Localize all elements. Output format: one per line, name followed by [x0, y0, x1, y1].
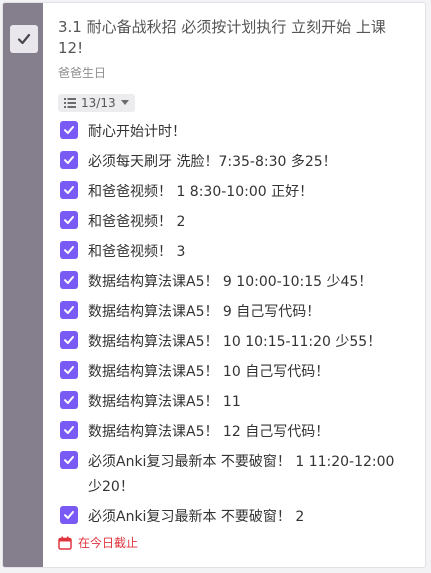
checklist-progress-button[interactable]: 13/13 — [58, 94, 135, 112]
checklist-item[interactable]: 必须每天刷牙 洗脸！7:35-8:30 多25！ — [58, 147, 413, 177]
checkmark-icon — [64, 126, 74, 134]
checkmark-icon — [64, 336, 74, 344]
checklist-item-label: 数据结构算法课A5！ 9 10:00-10:15 少45！ — [88, 273, 373, 290]
checklist-item[interactable]: 和爸爸视频！ 3 — [58, 237, 413, 267]
checklist-item[interactable]: 数据结构算法课A5！ 10 10:15-11:20 少55！ — [58, 327, 413, 357]
checklist-item-label: 必须Anki复习最新本 不要破窗！ 1 11:20-12:00 少20！ — [88, 453, 395, 495]
checklist-item-label: 和爸爸视频！ 3 — [88, 243, 186, 260]
checkmark-icon — [17, 33, 31, 45]
checklist-item-checkbox[interactable] — [60, 421, 78, 439]
checklist-item-label: 必须每天刷牙 洗脸！7:35-8:30 多25！ — [88, 153, 337, 170]
checklist-item-label: 和爸爸视频！ 1 8:30-10:00 正好！ — [88, 183, 314, 200]
checklist-item-checkbox[interactable] — [60, 391, 78, 409]
checklist-item-checkbox[interactable] — [60, 151, 78, 169]
checkmark-icon — [64, 511, 74, 519]
checkmark-icon — [64, 246, 74, 254]
checklist: 耐心开始计时！ 必须每天刷牙 洗脸！7:35-8:30 多25！ 和爸爸视频！ 1 … — [58, 117, 413, 532]
checklist-item-label: 数据结构算法课A5！ 12 自己写代码！ — [88, 423, 330, 440]
task-title[interactable]: 3.1 耐心备战秋招 必须按计划执行 立刻开始 上课12! — [58, 17, 388, 59]
checklist-item-checkbox[interactable] — [60, 181, 78, 199]
checklist-item-label: 耐心开始计时！ — [88, 123, 186, 140]
checklist-item-label: 必须Anki复习最新本 不要破窗！ 2 — [88, 508, 305, 525]
checkmark-icon — [64, 396, 74, 404]
task-complete-checkbox[interactable] — [10, 25, 38, 53]
due-date: 在今日截止 — [58, 534, 413, 551]
checklist-item-label: 数据结构算法课A5！ 11 — [88, 393, 241, 410]
checklist-icon — [64, 98, 76, 108]
checklist-item[interactable]: 数据结构算法课A5！ 11 — [58, 387, 413, 417]
task-card[interactable]: 3.1 耐心备战秋招 必须按计划执行 立刻开始 上课12! 爸爸生日 13/13… — [2, 2, 426, 568]
checkmark-icon — [64, 216, 74, 224]
checklist-item-label: 数据结构算法课A5！ 10 10:15-11:20 少55！ — [88, 333, 382, 350]
due-date-label: 在今日截止 — [78, 536, 139, 550]
checklist-item-checkbox[interactable] — [60, 361, 78, 379]
checklist-item-checkbox[interactable] — [60, 211, 78, 229]
checklist-item-label: 数据结构算法课A5！ 10 自己写代码！ — [88, 363, 330, 380]
checkmark-icon — [64, 156, 74, 164]
calendar-icon — [58, 536, 72, 550]
task-subtitle: 爸爸生日 — [58, 66, 107, 80]
checklist-item[interactable]: 和爸爸视频！ 2 — [58, 207, 413, 237]
checklist-item-checkbox[interactable] — [60, 301, 78, 319]
checklist-item-checkbox[interactable] — [60, 451, 78, 469]
checklist-item[interactable]: 数据结构算法课A5！ 12 自己写代码！ — [58, 417, 413, 447]
checkmark-icon — [64, 426, 74, 434]
checklist-item[interactable]: 数据结构算法课A5！ 9 10:00-10:15 少45！ — [58, 267, 413, 297]
task-status-rail — [3, 3, 43, 567]
checklist-item[interactable]: 耐心开始计时！ — [58, 117, 413, 147]
checklist-item[interactable]: 必须Anki复习最新本 不要破窗！ 2 — [58, 502, 413, 532]
checkmark-icon — [64, 186, 74, 194]
checkmark-icon — [64, 366, 74, 374]
checklist-item-checkbox[interactable] — [60, 506, 78, 524]
checklist-item-checkbox[interactable] — [60, 331, 78, 349]
checklist-item[interactable]: 和爸爸视频！ 1 8:30-10:00 正好！ — [58, 177, 413, 207]
checkmark-icon — [64, 276, 74, 284]
checklist-progress-count: 13/13 — [81, 96, 116, 110]
checkmark-icon — [64, 306, 74, 314]
checklist-item[interactable]: 数据结构算法课A5！ 9 自己写代码！ — [58, 297, 413, 327]
task-content: 3.1 耐心备战秋招 必须按计划执行 立刻开始 上课12! 爸爸生日 13/13… — [58, 17, 413, 551]
checklist-item-label: 数据结构算法课A5！ 9 自己写代码！ — [88, 303, 321, 320]
caret-down-icon — [120, 100, 129, 105]
checklist-item[interactable]: 数据结构算法课A5！ 10 自己写代码！ — [58, 357, 413, 387]
checklist-item-checkbox[interactable] — [60, 121, 78, 139]
checklist-item-checkbox[interactable] — [60, 271, 78, 289]
checkmark-icon — [64, 456, 74, 464]
checklist-item-label: 和爸爸视频！ 2 — [88, 213, 186, 230]
checklist-item[interactable]: 必须Anki复习最新本 不要破窗！ 1 11:20-12:00 少20！ — [58, 447, 413, 502]
checklist-item-checkbox[interactable] — [60, 241, 78, 259]
